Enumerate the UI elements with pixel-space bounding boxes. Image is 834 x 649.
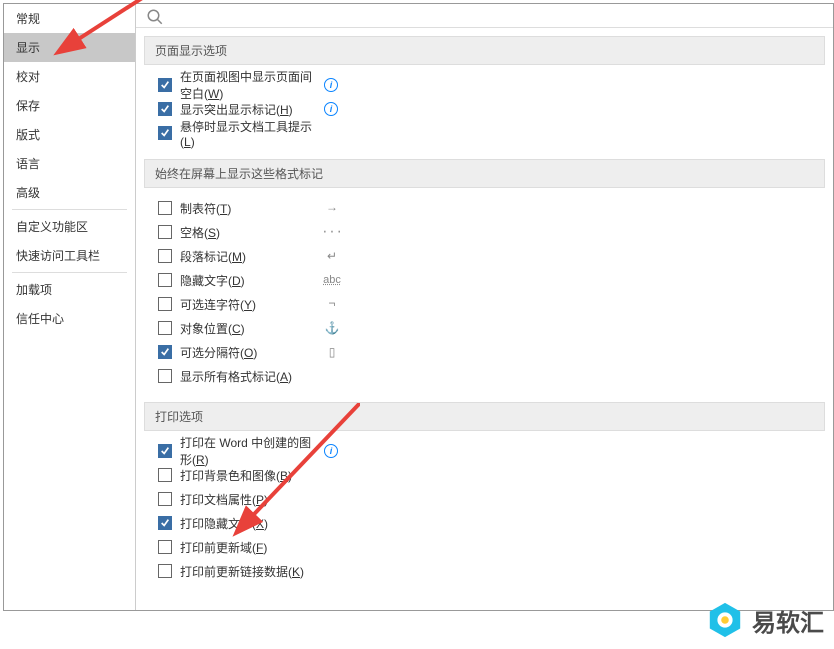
option-row: 打印前更新域(F) [158,535,833,559]
option-row: 打印背景色和图像(B) [158,463,833,487]
checkbox[interactable] [158,201,172,215]
option-label: 对象位置(C) [180,320,320,337]
sidebar: 常规 显示 校对 保存 版式 语言 高级 自定义功能区 快速访问工具栏 加载项 … [4,4,136,610]
sidebar-item-save[interactable]: 保存 [4,91,135,120]
checkbox[interactable] [158,444,172,458]
sidebar-item-general[interactable]: 常规 [4,4,135,33]
checkbox[interactable] [158,297,172,311]
option-label: 空格(S) [180,224,320,241]
sidebar-item-addins[interactable]: 加载项 [4,275,135,304]
info-icon[interactable]: i [324,102,338,116]
checkbox[interactable] [158,564,172,578]
option-row: 在页面视图中显示页面间空白(W)i [158,73,833,97]
sidebar-divider [12,209,127,210]
option-row: 段落标记(M)↵ [158,244,833,268]
search-icon [146,8,164,26]
checkbox[interactable] [158,468,172,482]
option-label: 隐藏文字(D) [180,272,320,289]
section-header-format-marks: 始终在屏幕上显示这些格式标记 [144,159,825,188]
option-label: 在页面视图中显示页面间空白(W) [180,68,320,102]
option-label: 打印在 Word 中创建的图形(R) [180,434,320,468]
sidebar-item-customize-ribbon[interactable]: 自定义功能区 [4,212,135,241]
option-label: 打印前更新链接数据(K) [180,563,320,580]
checkbox[interactable] [158,78,172,92]
option-label: 可选分隔符(O) [180,344,320,361]
format-symbol: ··· [320,225,344,239]
top-toolbar [136,4,833,28]
sidebar-item-layout[interactable]: 版式 [4,120,135,149]
info-icon[interactable]: i [324,444,338,458]
section-page-display: 页面显示选项 在页面视图中显示页面间空白(W)i显示突出显示标记(H)i悬停时显… [136,36,833,151]
section-header-page-display: 页面显示选项 [144,36,825,65]
checkbox[interactable] [158,249,172,263]
format-symbol: ¬ [320,297,344,311]
checkbox[interactable] [158,273,172,287]
option-row: 悬停时显示文档工具提示(L) [158,121,833,145]
watermark: 易软汇 [706,601,824,639]
option-label: 打印背景色和图像(B) [180,467,320,484]
option-row: 隐藏文字(D)abc [158,268,833,292]
main-panel: 页面显示选项 在页面视图中显示页面间空白(W)i显示突出显示标记(H)i悬停时显… [136,4,833,610]
option-label: 打印前更新域(F) [180,539,320,556]
option-row: 打印隐藏文字(X) [158,511,833,535]
option-row: 可选分隔符(O)▯ [158,340,833,364]
option-label: 制表符(T) [180,200,320,217]
watermark-text: 易软汇 [752,603,824,638]
option-label: 段落标记(M) [180,248,320,265]
option-row: 可选连字符(Y)¬ [158,292,833,316]
checkbox[interactable] [158,126,172,140]
format-symbol: abc [320,274,344,286]
section-header-print-options: 打印选项 [144,402,825,431]
sidebar-item-display[interactable]: 显示 [4,33,135,62]
sidebar-divider [12,272,127,273]
option-row: 对象位置(C)⚓ [158,316,833,340]
section-print-options: 打印选项 打印在 Word 中创建的图形(R)i打印背景色和图像(B)打印文档属… [136,402,833,589]
sidebar-item-quick-access-toolbar[interactable]: 快速访问工具栏 [4,241,135,270]
sidebar-item-advanced[interactable]: 高级 [4,178,135,207]
format-symbol: → [320,201,344,215]
checkbox[interactable] [158,102,172,116]
sidebar-item-proofing[interactable]: 校对 [4,62,135,91]
option-label: 打印文档属性(P) [180,491,320,508]
info-icon[interactable]: i [324,78,338,92]
checkbox[interactable] [158,321,172,335]
option-label: 显示所有格式标记(A) [180,368,320,385]
option-row: 空格(S)··· [158,220,833,244]
checkbox[interactable] [158,540,172,554]
option-row: 打印前更新链接数据(K) [158,559,833,583]
option-label: 打印隐藏文字(X) [180,515,320,532]
format-symbol: ↵ [320,249,344,264]
sidebar-item-language[interactable]: 语言 [4,149,135,178]
format-symbol: ▯ [320,345,344,360]
checkbox[interactable] [158,225,172,239]
sidebar-item-trust-center[interactable]: 信任中心 [4,304,135,333]
checkbox[interactable] [158,369,172,383]
checkbox[interactable] [158,345,172,359]
option-row: 打印在 Word 中创建的图形(R)i [158,439,833,463]
option-label: 显示突出显示标记(H) [180,101,320,118]
option-label: 悬停时显示文档工具提示(L) [180,118,320,149]
section-format-marks: 始终在屏幕上显示这些格式标记 制表符(T)→空格(S)···段落标记(M)↵隐藏… [136,159,833,394]
watermark-logo-icon [706,601,744,639]
option-row: 打印文档属性(P) [158,487,833,511]
option-row: 显示所有格式标记(A) [158,364,833,388]
option-row: 制表符(T)→ [158,196,833,220]
option-label: 可选连字符(Y) [180,296,320,313]
checkbox[interactable] [158,516,172,530]
checkbox[interactable] [158,492,172,506]
format-symbol: ⚓ [320,321,344,336]
